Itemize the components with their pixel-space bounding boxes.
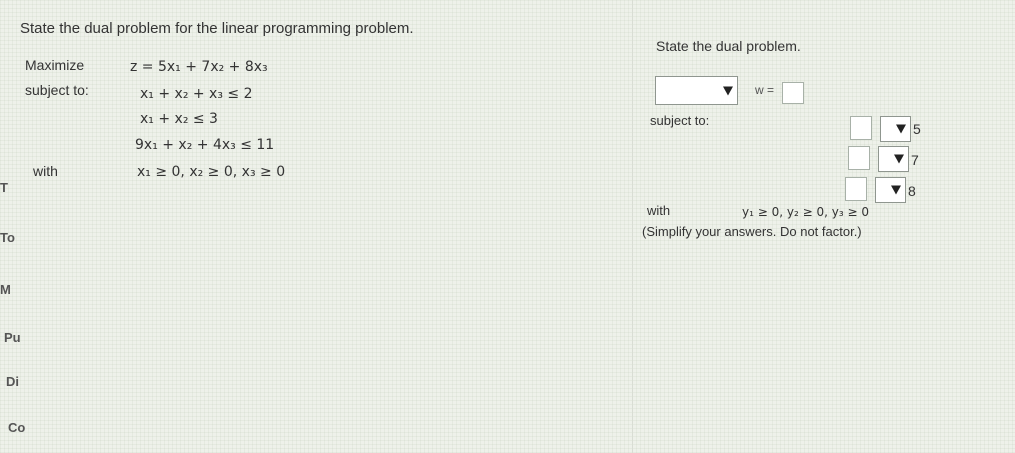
dropdown-arrow-icon <box>891 185 901 195</box>
nav-fragment-4[interactable]: Pu <box>4 330 21 345</box>
constraint-3-input[interactable] <box>845 177 867 201</box>
panel-divider <box>632 0 633 453</box>
constraint-1-input[interactable] <box>850 116 872 140</box>
constraint-2: x₁ + x₂ ≤ 3 <box>140 111 218 127</box>
nav-fragment-6[interactable]: Co <box>8 420 25 435</box>
objective-type-dropdown[interactable] <box>655 76 738 105</box>
dropdown-arrow-icon <box>896 124 906 134</box>
constraint-1: x₁ + x₂ + x₃ ≤ 2 <box>140 86 253 102</box>
constraint-2-relation-dropdown[interactable] <box>878 146 909 172</box>
nav-fragment-2[interactable]: To <box>0 230 15 245</box>
constraint-2-rhs: 7 <box>911 152 919 168</box>
left-nav-strip: T To M Pu Di Co <box>0 0 25 453</box>
question-title: State the dual problem for the linear pr… <box>20 20 414 37</box>
constraint-3: 9x₁ + x₂ + 4x₃ ≤ 11 <box>135 137 275 153</box>
constraint-3-rhs: 8 <box>908 183 916 199</box>
objective-function: z = 5x₁ + 7x₂ + 8x₃ <box>130 59 268 75</box>
dual-subject-to-label: subject to: <box>650 113 710 128</box>
nonnegativity-constraints: x₁ ≥ 0, x₂ ≥ 0, x₃ ≥ 0 <box>137 164 286 180</box>
constraint-2-input[interactable] <box>848 146 870 170</box>
constraint-1-relation-dropdown[interactable] <box>880 116 911 142</box>
with-label: with <box>33 163 58 179</box>
nav-fragment-5[interactable]: Di <box>6 374 19 389</box>
constraint-3-relation-dropdown[interactable] <box>875 177 906 203</box>
subject-to-label: subject to: <box>25 82 89 98</box>
dropdown-arrow-icon <box>723 86 733 95</box>
dual-with-label: with <box>647 203 671 218</box>
dual-nonnegativity: y₁ ≥ 0, y₂ ≥ 0, y₃ ≥ 0 <box>742 205 869 219</box>
maximize-label: Maximize <box>25 57 85 73</box>
nav-fragment-3[interactable]: M <box>0 282 11 297</box>
constraint-1-rhs: 5 <box>913 121 921 137</box>
question-page: T To M Pu Di Co State the dual problem f… <box>0 0 1015 453</box>
objective-input[interactable] <box>782 82 804 104</box>
dropdown-arrow-icon <box>894 154 904 164</box>
nav-fragment-1[interactable]: T <box>0 180 8 195</box>
answer-hint: (Simplify your answers. Do not factor.) <box>642 224 862 239</box>
dual-title: State the dual problem. <box>656 38 801 54</box>
objective-var-label: w = <box>755 83 775 97</box>
